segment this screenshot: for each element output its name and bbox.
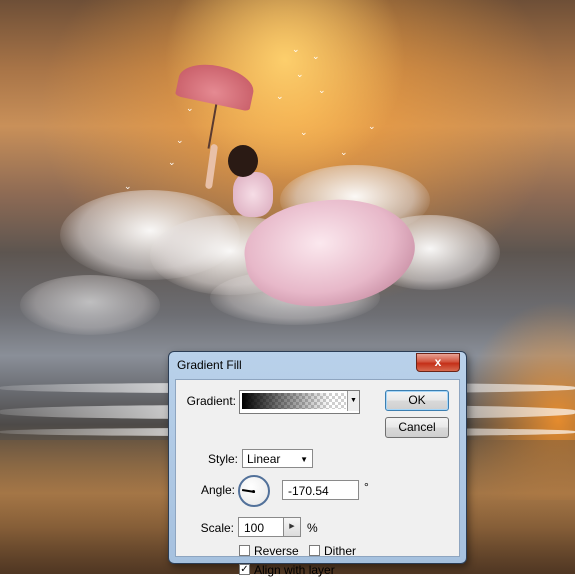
arm: [204, 143, 219, 190]
scale-input[interactable]: 100: [238, 517, 284, 537]
scale-value: 100: [244, 521, 265, 535]
close-button[interactable]: x: [416, 353, 460, 372]
ok-label: OK: [408, 393, 426, 407]
percent-symbol: %: [307, 521, 318, 535]
gradient-picker[interactable]: ▼: [239, 390, 360, 414]
style-select[interactable]: Linear ▼: [242, 449, 313, 468]
style-value: Linear: [247, 452, 281, 466]
bird: ⌄: [176, 135, 184, 145]
gradient-fill-dialog: Gradient Fill x Gradient: ▼ Style: Linea…: [168, 351, 467, 577]
scale-label: Scale:: [200, 521, 234, 535]
bird: ⌄: [186, 103, 194, 113]
bird: ⌄: [168, 157, 176, 167]
bird: ⌄: [368, 121, 376, 131]
angle-center: [252, 490, 255, 493]
bird: ⌄: [276, 91, 284, 101]
angle-dial[interactable]: [238, 475, 270, 507]
degree-symbol: °: [364, 480, 369, 494]
bird: ⌄: [296, 69, 304, 79]
reverse-label[interactable]: Reverse: [254, 544, 299, 558]
angle-input[interactable]: -170.54: [282, 480, 359, 500]
gradient-dropdown-button[interactable]: ▼: [347, 391, 359, 411]
ok-button[interactable]: OK: [385, 390, 449, 411]
reverse-checkbox[interactable]: [239, 545, 250, 556]
dialog-title: Gradient Fill: [177, 358, 242, 372]
bird: ⌄: [292, 44, 300, 54]
gradient-preview[interactable]: [242, 393, 346, 409]
chevron-down-icon: ▼: [300, 455, 308, 464]
align-with-layer-label[interactable]: Align with layer: [254, 563, 335, 577]
chevron-right-icon: ▶: [289, 523, 295, 530]
dialog-titlebar[interactable]: Gradient Fill x: [169, 352, 466, 379]
chevron-down-icon: ▼: [350, 397, 357, 404]
angle-label: Angle:: [200, 483, 235, 497]
dither-label[interactable]: Dither: [324, 544, 356, 558]
umbrella-handle: [207, 97, 219, 149]
bird: ⌄: [318, 85, 326, 95]
bird: ⌄: [124, 181, 132, 191]
cancel-button[interactable]: Cancel: [385, 417, 449, 438]
dither-checkbox[interactable]: [309, 545, 320, 556]
cloud: [20, 275, 160, 335]
cancel-label: Cancel: [398, 420, 436, 434]
close-icon: x: [434, 355, 442, 369]
bird: ⌄: [340, 147, 348, 157]
style-label: Style:: [207, 452, 238, 466]
scale-slider-button[interactable]: ▶: [283, 517, 301, 537]
head: [228, 145, 258, 177]
checkmark-icon: ✓: [240, 564, 249, 575]
bird: ⌄: [312, 51, 320, 61]
torso: [233, 172, 273, 217]
angle-value: -170.54: [288, 484, 329, 498]
gradient-label: Gradient:: [186, 394, 236, 408]
align-with-layer-checkbox[interactable]: ✓: [239, 564, 250, 575]
bird: ⌄: [300, 127, 308, 137]
